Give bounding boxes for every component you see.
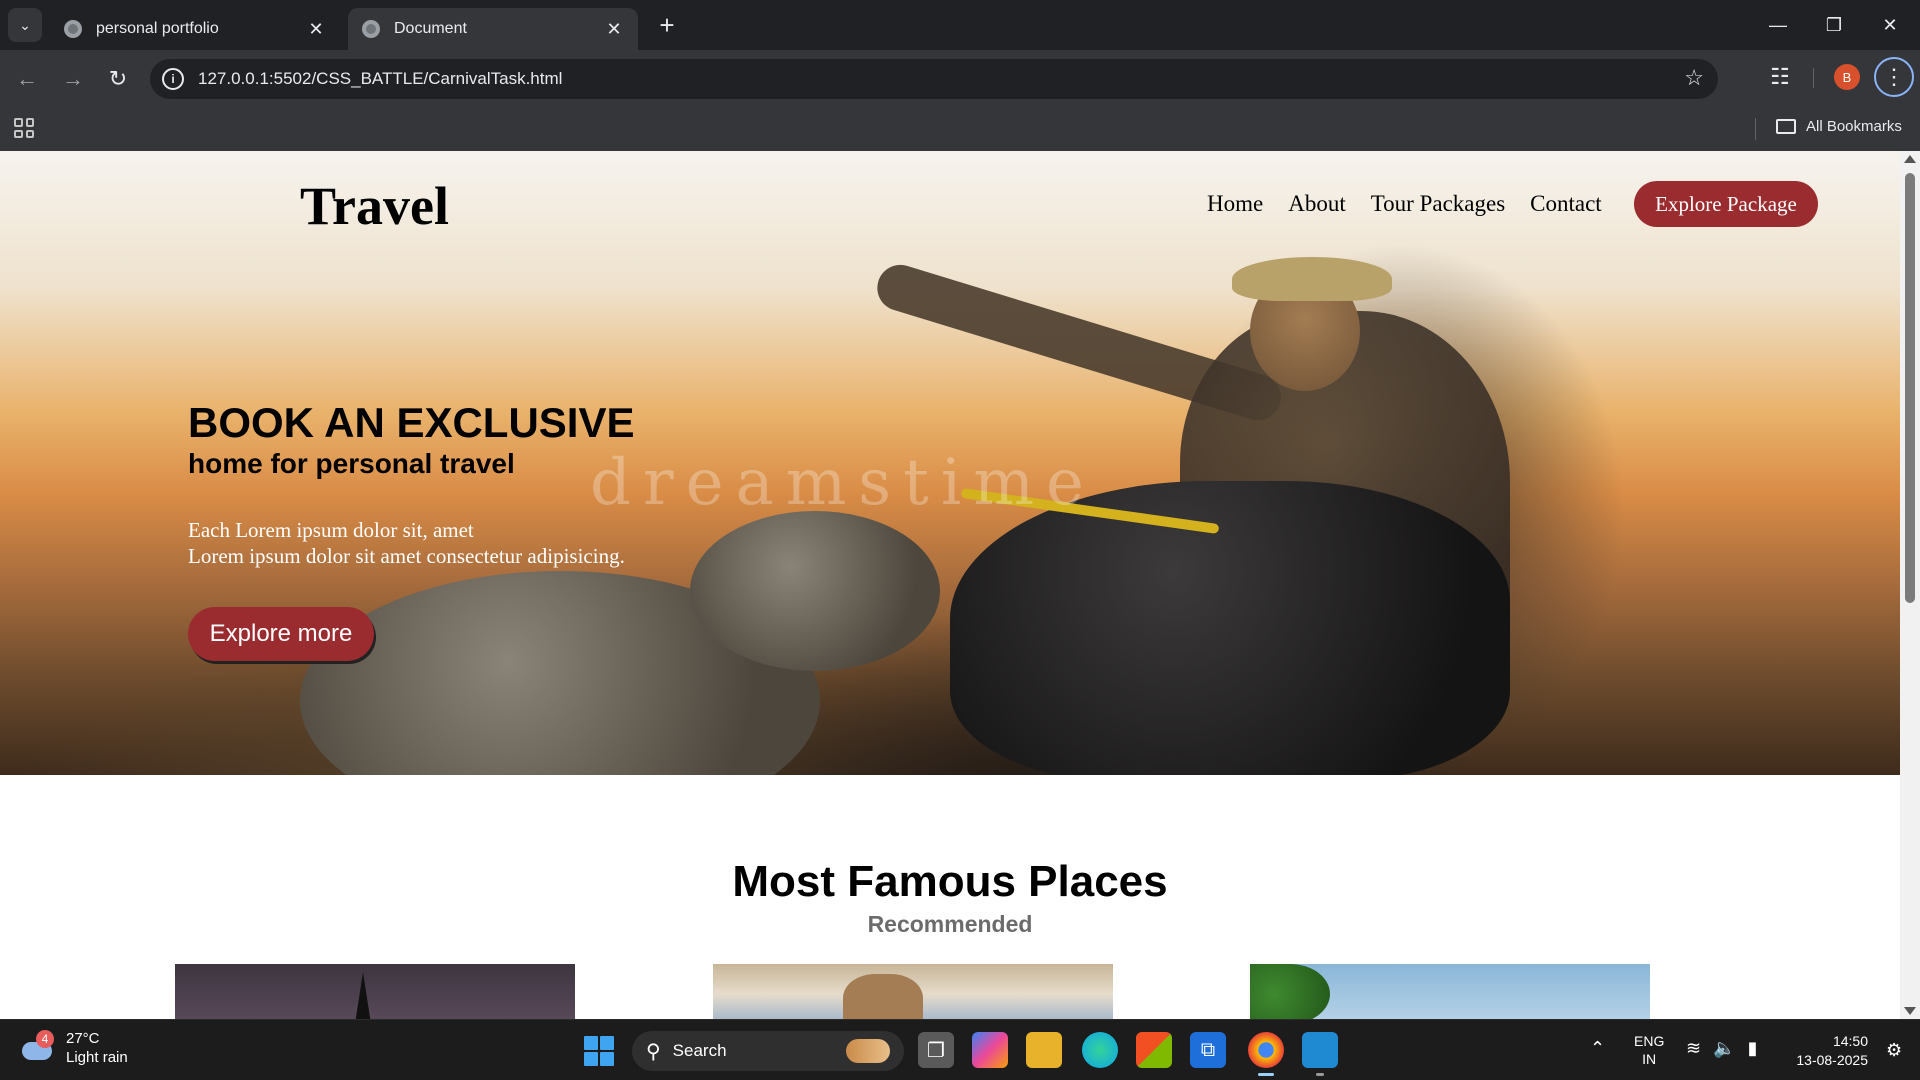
reload-icon[interactable]: ↻	[101, 62, 135, 96]
extensions-puzzle-icon[interactable]: ☷	[1766, 64, 1794, 92]
place-card-image[interactable]	[713, 964, 1113, 1019]
region-code: IN	[1642, 1051, 1657, 1067]
clock-time: 14:50	[1832, 1033, 1868, 1049]
explore-more-button[interactable]: Explore more	[188, 607, 374, 661]
volume-icon[interactable]: 🔈	[1713, 1038, 1735, 1059]
profile-avatar[interactable]: B	[1834, 64, 1860, 90]
search-label: Search	[672, 1041, 727, 1060]
minimize-icon[interactable]: —	[1750, 0, 1806, 50]
system-clock[interactable]: 14:50 13-08-2025	[1786, 1032, 1868, 1070]
nav-link-contact[interactable]: Contact	[1530, 191, 1602, 217]
weather-temperature: 27°C	[66, 1030, 100, 1047]
language-code: ENG	[1634, 1033, 1665, 1049]
rain-cloud-icon: 4	[20, 1030, 54, 1062]
hero-paragraph-line: Each Lorem ipsum dolor sit, amet	[188, 518, 474, 542]
page-viewport: dreamstime Travel Home About Tour Packag…	[0, 151, 1920, 1019]
weather-description: Light rain	[66, 1049, 128, 1066]
site-nav: Home About Tour Packages Contact	[1207, 191, 1602, 217]
site-info-icon[interactable]: i	[162, 68, 184, 90]
address-bar[interactable]: i 127.0.0.1:5502/CSS_BATTLE/CarnivalTask…	[150, 59, 1718, 99]
chrome-icon[interactable]	[1248, 1032, 1284, 1076]
edge-browser-icon[interactable]	[1082, 1032, 1118, 1068]
browser-tab-bar: ⌄ personal portfolio ✕ Document ✕ + — ❐ …	[0, 0, 1920, 50]
url-text[interactable]: 127.0.0.1:5502/CSS_BATTLE/CarnivalTask.h…	[198, 69, 562, 89]
more-menu-icon[interactable]: ⋮	[1874, 57, 1914, 97]
back-arrow-icon[interactable]: ←	[10, 62, 44, 96]
hero-rock	[690, 511, 940, 671]
clock-date: 13-08-2025	[1796, 1052, 1868, 1068]
copilot-icon[interactable]	[972, 1032, 1008, 1068]
search-icon: ⚲	[646, 1040, 661, 1063]
hero-paragraph-line: Lorem ipsum dolor sit amet consectetur a…	[188, 544, 625, 568]
tab-title: personal portfolio	[96, 20, 219, 37]
nav-link-about[interactable]: About	[1288, 191, 1346, 217]
nav-link-tour-packages[interactable]: Tour Packages	[1371, 191, 1505, 217]
tab-title: Document	[394, 20, 467, 37]
page-scrollbar[interactable]	[1900, 151, 1920, 1019]
input-language[interactable]: ENG IN	[1634, 1032, 1664, 1068]
hero-section: dreamstime Travel Home About Tour Packag…	[0, 151, 1900, 775]
image-watermark: dreamstime	[590, 446, 1096, 520]
show-hidden-icons-chevron-icon[interactable]: ⌃	[1590, 1038, 1605, 1059]
tab-search-button[interactable]: ⌄	[8, 8, 42, 42]
battery-icon[interactable]: ▮	[1748, 1038, 1758, 1059]
colosseum-shape	[843, 974, 923, 1019]
new-tab-button[interactable]: +	[652, 10, 682, 40]
scrollbar-thumb[interactable]	[1905, 173, 1915, 603]
windows-start-icon[interactable]	[584, 1036, 614, 1066]
scroll-down-arrow-icon[interactable]	[1904, 1007, 1916, 1015]
bookmarks-bar: All Bookmarks	[0, 108, 1920, 151]
toolbar-divider	[1813, 68, 1814, 88]
hero-subheading: home for personal travel	[188, 448, 515, 479]
weather-widget[interactable]: 4 27°C Light rain	[20, 1029, 128, 1067]
explore-package-button[interactable]: Explore Package	[1634, 181, 1818, 227]
search-highlight-image	[846, 1039, 890, 1063]
windows-taskbar: 4 27°C Light rain ⚲ Search ❐ ⧉ ⌃ ENG IN …	[0, 1019, 1920, 1080]
chevron-down-icon: ⌄	[19, 16, 31, 33]
all-bookmarks-label: All Bookmarks	[1806, 118, 1902, 135]
tree-shape	[1250, 964, 1330, 1019]
apps-grid-icon[interactable]	[14, 118, 34, 138]
folder-icon	[1776, 119, 1796, 134]
bookmarks-divider	[1755, 118, 1756, 140]
close-tab-icon[interactable]: ✕	[604, 19, 624, 40]
restore-icon[interactable]: ❐	[1806, 0, 1862, 50]
notifications-icon[interactable]: ⚙	[1886, 1040, 1902, 1061]
vscode-icon[interactable]	[1302, 1032, 1338, 1076]
browser-toolbar: ← → ↻ i 127.0.0.1:5502/CSS_BATTLE/Carniv…	[0, 50, 1920, 108]
file-explorer-icon[interactable]	[1026, 1032, 1062, 1068]
section-title: Most Famous Places	[732, 857, 1168, 906]
section-subtitle: Recommended	[867, 911, 1033, 937]
wifi-icon[interactable]: ≋	[1686, 1038, 1701, 1059]
taskbar-search[interactable]: ⚲ Search	[632, 1031, 904, 1071]
nav-link-home[interactable]: Home	[1207, 191, 1263, 217]
weather-badge: 4	[36, 1030, 54, 1048]
hero-hat	[1232, 257, 1392, 301]
place-card-image[interactable]	[175, 964, 575, 1019]
task-view-icon[interactable]: ❐	[918, 1032, 954, 1068]
tab-personal-portfolio[interactable]: personal portfolio ✕	[50, 8, 340, 50]
globe-icon	[64, 20, 82, 38]
all-bookmarks-button[interactable]: All Bookmarks	[1776, 118, 1902, 135]
globe-icon	[362, 20, 380, 38]
close-window-icon[interactable]: ✕	[1862, 0, 1918, 50]
microsoft-store-icon[interactable]	[1136, 1032, 1172, 1068]
bookmark-star-icon[interactable]: ☆	[1684, 65, 1704, 91]
spire-shape	[355, 972, 371, 1019]
hero-paragraph: Each Lorem ipsum dolor sit, amet Lorem i…	[188, 517, 625, 569]
scroll-up-arrow-icon[interactable]	[1904, 155, 1916, 163]
site-logo[interactable]: Travel	[300, 175, 449, 237]
place-card-image[interactable]	[1250, 964, 1650, 1019]
forward-arrow-icon[interactable]: →	[56, 62, 90, 96]
system-tray[interactable]: ≋ 🔈 ▮	[1686, 1038, 1757, 1059]
tab-document[interactable]: Document ✕	[348, 8, 638, 50]
hero-heading: BOOK AN EXCLUSIVE	[188, 399, 635, 446]
ms-remote-icon[interactable]: ⧉	[1190, 1032, 1226, 1068]
close-tab-icon[interactable]: ✕	[306, 19, 326, 40]
hero-backpack	[950, 481, 1510, 775]
